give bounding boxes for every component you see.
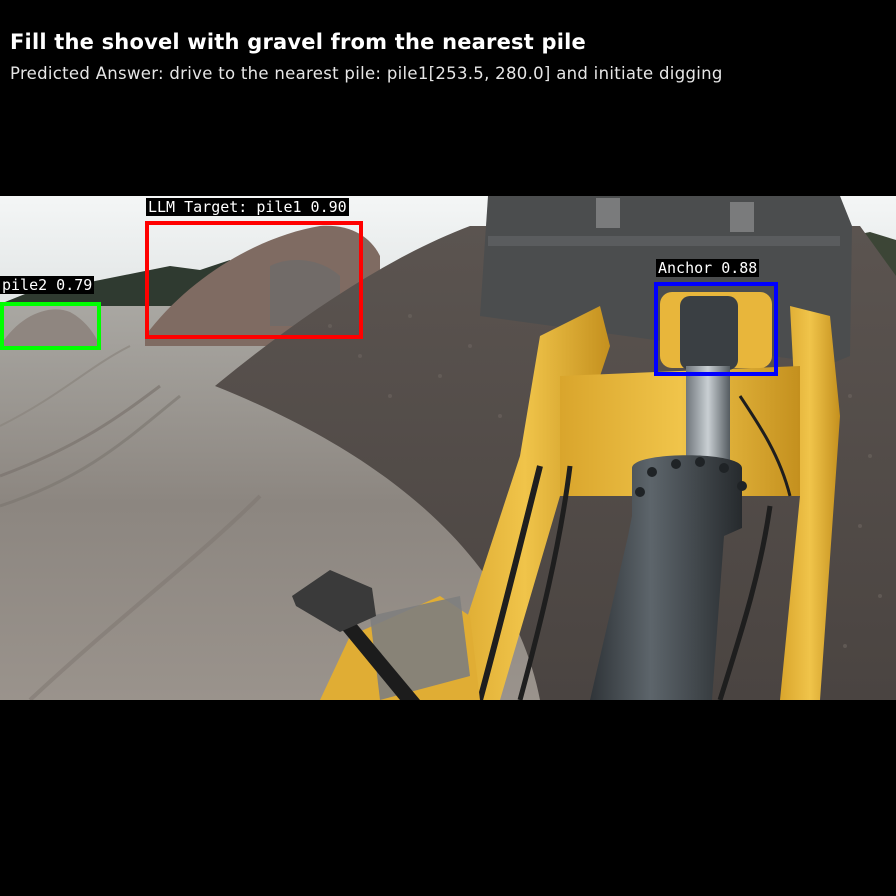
anchor-label: Anchor 0.88 [656, 259, 760, 277]
quarry-scene [0, 196, 896, 700]
llm-target-box [145, 221, 363, 339]
bottom-letterbox [0, 700, 896, 896]
camera-view: LLM Target: pile1 0.90 pile2 0.79 Anchor… [0, 196, 896, 700]
pile2-box [0, 302, 101, 350]
predicted-answer: Predicted Answer: drive to the nearest p… [10, 64, 723, 83]
anchor-box [654, 282, 778, 376]
pile2-label: pile2 0.79 [0, 276, 95, 294]
task-header: Fill the shovel with gravel from the nea… [0, 0, 896, 196]
llm-target-label: LLM Target: pile1 0.90 [146, 198, 349, 216]
task-title: Fill the shovel with gravel from the nea… [10, 30, 586, 54]
